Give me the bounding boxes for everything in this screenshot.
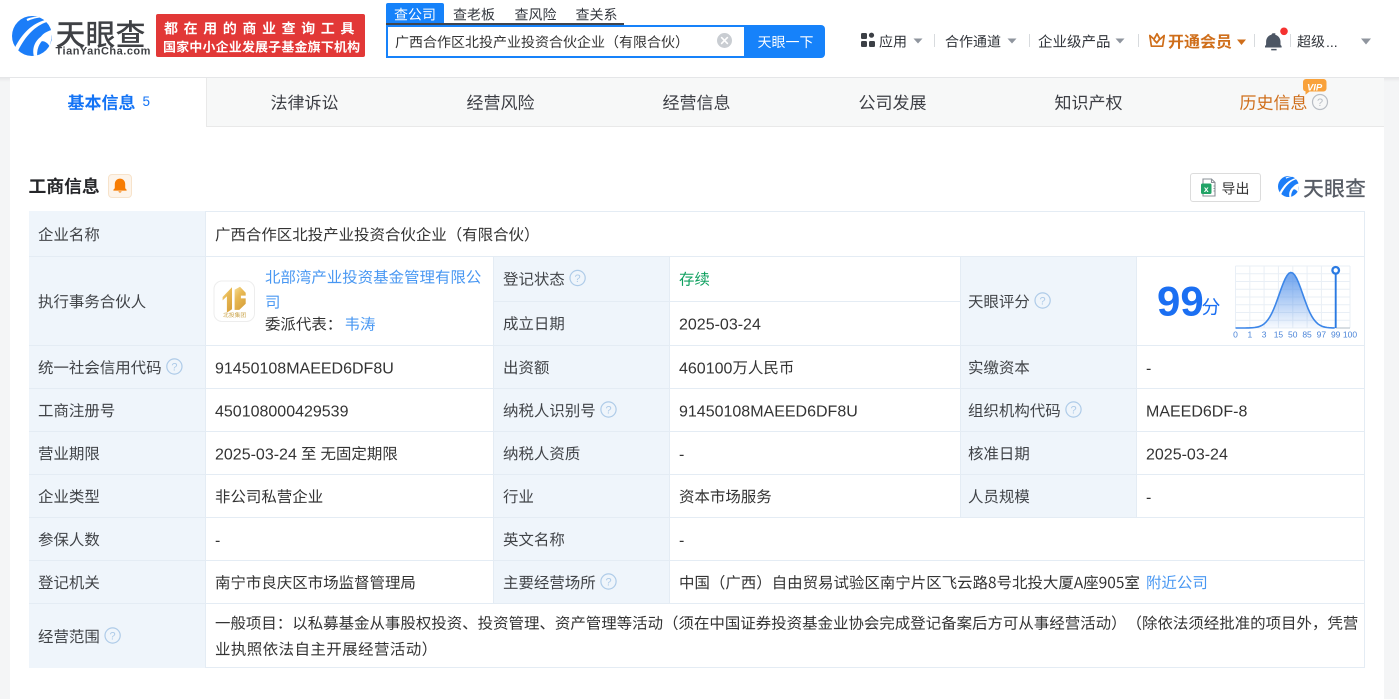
svg-text:TianYanCha.com: TianYanCha.com: [56, 45, 151, 57]
svg-text:99: 99: [1157, 278, 1204, 325]
svg-text:-: -: [679, 532, 684, 549]
svg-text:...: ...: [1326, 34, 1338, 50]
svg-text:15: 15: [1274, 330, 1284, 340]
svg-text:91450108MAEED6DF8U: 91450108MAEED6DF8U: [215, 360, 394, 377]
svg-text:?: ?: [1040, 295, 1046, 307]
svg-text:450108000429539: 450108000429539: [215, 403, 349, 420]
svg-text:?: ?: [1070, 404, 1076, 416]
svg-text:?: ?: [575, 273, 581, 285]
svg-text:91450108MAEED6DF8U: 91450108MAEED6DF8U: [679, 403, 858, 420]
svg-text:?: ?: [171, 361, 177, 373]
svg-text:?: ?: [605, 576, 611, 588]
svg-text:-: -: [1146, 489, 1151, 506]
svg-text:99: 99: [1331, 330, 1341, 340]
svg-text:100: 100: [1343, 330, 1357, 340]
svg-text:1: 1: [1247, 330, 1252, 340]
svg-text:?: ?: [110, 630, 116, 642]
svg-text:3: 3: [1262, 330, 1267, 340]
svg-text:x: x: [1204, 184, 1209, 194]
svg-text:?: ?: [1317, 97, 1323, 109]
svg-text:VIP: VIP: [1307, 82, 1323, 93]
svg-text:85: 85: [1302, 330, 1312, 340]
svg-text:2025-03-24: 2025-03-24: [215, 446, 297, 463]
svg-text:2025-03-24: 2025-03-24: [1146, 446, 1228, 463]
svg-text:5: 5: [143, 94, 151, 109]
svg-text:?: ?: [605, 404, 611, 416]
svg-text:0: 0: [1233, 330, 1238, 340]
svg-text:-: -: [679, 446, 684, 463]
svg-text:-: -: [1146, 360, 1151, 377]
svg-text:-: -: [215, 532, 220, 549]
svg-text:2025-03-24: 2025-03-24: [679, 316, 761, 333]
svg-text:460100: 460100: [679, 360, 732, 377]
svg-text:97: 97: [1317, 330, 1327, 340]
svg-text:MAEED6DF-8: MAEED6DF-8: [1146, 403, 1247, 420]
svg-text:50: 50: [1288, 330, 1298, 340]
